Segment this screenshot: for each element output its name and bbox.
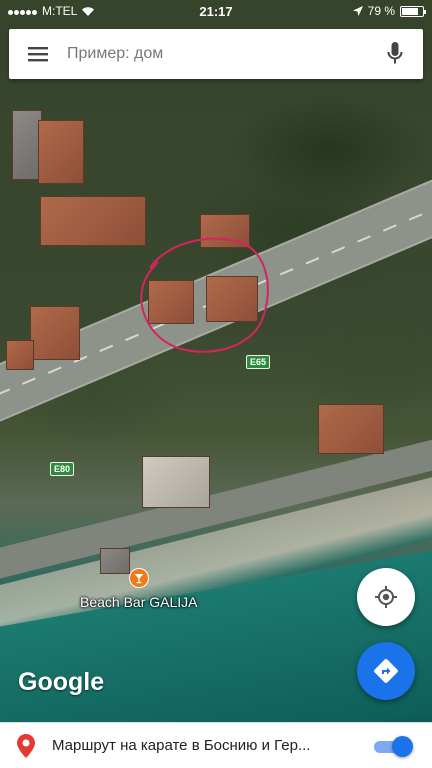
search-bar[interactable]: Пример: дом bbox=[9, 29, 423, 79]
my-location-icon bbox=[375, 586, 397, 608]
carrier-name: M:TEL bbox=[42, 4, 78, 18]
status-bar: M:TEL 21:17 79 % bbox=[0, 0, 432, 22]
maps-pin-icon bbox=[0, 733, 52, 758]
road-shield-e80: E80 bbox=[50, 462, 75, 476]
search-input[interactable]: Пример: дом bbox=[67, 45, 367, 63]
signal-strength-icon bbox=[8, 4, 38, 18]
microphone-icon[interactable] bbox=[367, 29, 423, 79]
location-arrow-icon bbox=[352, 6, 363, 16]
road-shield-e65: E65 bbox=[246, 355, 271, 369]
bottom-banner[interactable]: Маршрут на карате в Боснию и Гер... bbox=[0, 722, 432, 768]
cocktail-icon[interactable] bbox=[129, 568, 149, 588]
battery-icon bbox=[400, 5, 426, 17]
battery-percent: 79 % bbox=[367, 4, 395, 18]
clock: 21:17 bbox=[199, 3, 233, 19]
banner-toggle[interactable] bbox=[374, 735, 414, 757]
place-label[interactable]: Beach Bar GALIJA bbox=[80, 594, 198, 610]
directions-button[interactable] bbox=[357, 642, 415, 700]
banner-text[interactable]: Маршрут на карате в Боснию и Гер... bbox=[52, 737, 364, 754]
wifi-icon bbox=[82, 6, 95, 16]
my-location-button[interactable] bbox=[357, 568, 415, 626]
directions-icon bbox=[374, 659, 398, 683]
google-logo: Google bbox=[18, 668, 105, 696]
hamburger-menu-icon[interactable] bbox=[9, 29, 67, 79]
